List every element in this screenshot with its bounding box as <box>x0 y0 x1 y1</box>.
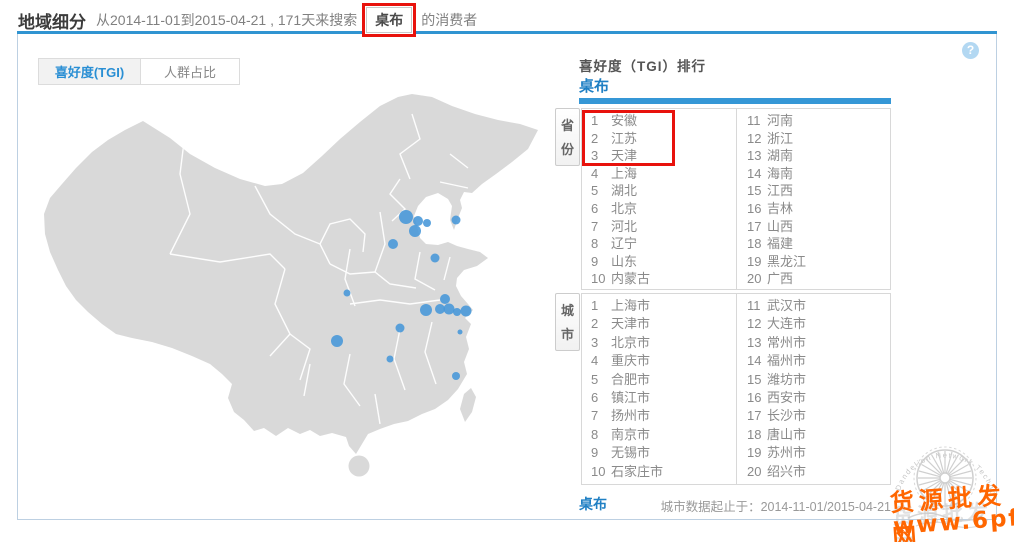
rank-item: 11河南 <box>747 112 890 130</box>
rank-item: 20绍兴市 <box>747 463 890 481</box>
rank-item: 13湖南 <box>747 147 890 165</box>
rank-item: 7河北 <box>591 218 736 236</box>
rank-item: 2天津市 <box>591 315 736 333</box>
tab-tgi[interactable]: 喜好度(TGI) <box>38 58 141 85</box>
province-col-right: 11河南12浙江13湖南14海南15江西16吉林17山西18福建19黑龙江20广… <box>736 109 890 289</box>
map-bubble <box>423 219 431 227</box>
map-bubble <box>440 294 450 304</box>
footer-keyword-link[interactable]: 桌布 <box>579 496 607 512</box>
date-range-text: 从2014-11-01到2015-04-21 , 171天来搜索 <box>96 10 357 30</box>
china-map <box>20 94 555 520</box>
rank-item: 10内蒙古 <box>591 270 736 288</box>
map-bubble <box>452 372 460 380</box>
rank-item: 20广西 <box>747 270 890 288</box>
rank-item: 9无锡市 <box>591 444 736 462</box>
map-bubble <box>461 306 472 317</box>
map-bubble <box>413 216 423 226</box>
map-bubble <box>387 356 394 363</box>
rank-item: 19苏州市 <box>747 444 890 462</box>
city-rank-table: 1上海市2天津市3北京市4重庆市5合肥市6镇江市7扬州市8南京市9无锡市10石家… <box>581 293 891 485</box>
header: 地域细分 从2014-11-01到2015-04-21 , 171天来搜索 桌布… <box>18 6 477 34</box>
rank-item: 14福州市 <box>747 352 890 370</box>
rank-item: 17山西 <box>747 218 890 236</box>
map-bubble <box>452 216 461 225</box>
rank-item: 17长沙市 <box>747 407 890 425</box>
rank-item: 1上海市 <box>591 297 736 315</box>
taiwan-shape <box>460 388 476 422</box>
rank-item: 18唐山市 <box>747 426 890 444</box>
tab-crowd-share[interactable]: 人群占比 <box>140 58 240 85</box>
map-bubble <box>458 330 463 335</box>
city-col-left: 1上海市2天津市3北京市4重庆市5合肥市6镇江市7扬州市8南京市9无锡市10石家… <box>582 294 736 484</box>
ranking-footer: 桌布 城市数据起止于：2014-11-01/2015-04-21 <box>579 494 891 515</box>
rank-item: 4重庆市 <box>591 352 736 370</box>
ranking-accent-bar <box>579 98 891 104</box>
map-bubble <box>396 324 405 333</box>
hainan-shape <box>349 456 370 477</box>
rank-item: 12大连市 <box>747 315 890 333</box>
rank-item: 15江西 <box>747 182 890 200</box>
rank-item: 6镇江市 <box>591 389 736 407</box>
rank-item: 4上海 <box>591 165 736 183</box>
ranking-keyword-link[interactable]: 桌布 <box>579 75 609 96</box>
page-title: 地域细分 <box>18 8 86 33</box>
rank-item: 12浙江 <box>747 130 890 148</box>
map-bubble <box>331 335 343 347</box>
help-icon[interactable]: ? <box>962 42 979 59</box>
rank-item: 8南京市 <box>591 426 736 444</box>
main-panel: 喜好度(TGI) 人群占比 ? <box>17 34 997 520</box>
highlight-box-keyword: 桌布 <box>362 3 416 37</box>
rank-item: 18福建 <box>747 235 890 253</box>
rank-item: 15潍坊市 <box>747 371 890 389</box>
map-bubble <box>453 308 461 316</box>
rank-item: 6北京 <box>591 200 736 218</box>
rank-item: 8辽宁 <box>591 235 736 253</box>
page: 地域细分 从2014-11-01到2015-04-21 , 171天来搜索 桌布… <box>0 0 1014 542</box>
highlight-box-top3 <box>582 110 675 166</box>
map-bubble <box>409 225 421 237</box>
rank-item: 14海南 <box>747 165 890 183</box>
map-bubble <box>344 290 351 297</box>
rank-item: 16吉林 <box>747 200 890 218</box>
city-label: 城市 <box>555 293 580 351</box>
rank-item: 3北京市 <box>591 334 736 352</box>
rank-item: 16西安市 <box>747 389 890 407</box>
rank-item: 13常州市 <box>747 334 890 352</box>
province-label: 省份 <box>555 108 580 166</box>
keyword-chip: 桌布 <box>366 7 412 33</box>
city-col-right: 11武汉市12大连市13常州市14福州市15潍坊市16西安市17长沙市18唐山市… <box>736 294 890 484</box>
map-bubble <box>444 304 455 315</box>
ranking-title: 喜好度（TGI）排行 <box>579 55 706 75</box>
rank-item: 5合肥市 <box>591 371 736 389</box>
rank-item: 7扬州市 <box>591 407 736 425</box>
map-bubble <box>431 254 440 263</box>
header-suffix: 的消费者 <box>421 10 477 30</box>
rank-item: 5湖北 <box>591 182 736 200</box>
rank-item: 11武汉市 <box>747 297 890 315</box>
rank-item: 10石家庄市 <box>591 463 736 481</box>
map-bubble <box>420 304 432 316</box>
tab-bar: 喜好度(TGI) 人群占比 <box>38 58 240 85</box>
map-bubble <box>388 239 398 249</box>
footer-date-note: 城市数据起止于：2014-11-01/2015-04-21 <box>661 496 891 515</box>
rank-item: 19黑龙江 <box>747 253 890 271</box>
map-bubble <box>399 210 413 224</box>
rank-item: 9山东 <box>591 253 736 271</box>
